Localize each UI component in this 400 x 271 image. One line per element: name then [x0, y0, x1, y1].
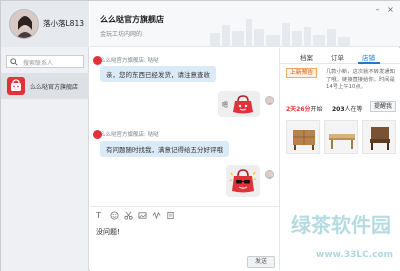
promo-badge: 上新预告	[286, 68, 318, 78]
history-icon[interactable]	[166, 211, 175, 220]
emoji-icon[interactable]	[110, 211, 119, 220]
contact-search-input[interactable]: 搜索联系人	[6, 55, 84, 68]
skyline-decoration-icon	[210, 19, 350, 47]
font-icon[interactable]: T	[96, 211, 105, 220]
message-sticker-out	[226, 165, 260, 197]
chat-title: 么么哒官方旗舰店	[100, 15, 164, 24]
message-list: 么么哒官方旗舰店: 哒哒 亲，您的东西已经发货，请注意查收 嗯 么么哒官方旗舰店…	[90, 48, 279, 206]
message-bubble-in: 有问题随时找我，满意记得给五分好评哦	[100, 141, 229, 157]
bench-icon	[329, 134, 355, 149]
user-avatar-small	[265, 170, 274, 179]
remind-me-button[interactable]: 提醒我	[370, 101, 396, 112]
contact-name: 么么哒官方旗舰店	[30, 84, 79, 91]
message-input-area: T 没问题! 发送	[90, 206, 279, 271]
promo-description: 几款小新，这次就不转发通知了哦，链接直接给你，时间是14号上午10点。	[326, 69, 395, 90]
contacts-sidebar: 落小落L813 搜索联系人 么么哒官方旗舰店	[1, 1, 89, 271]
product-thumbnail[interactable]	[324, 120, 358, 154]
search-placeholder: 搜索联系人	[23, 60, 54, 67]
watermark-url: www.33LC.com	[316, 250, 393, 260]
active-tab-indicator	[358, 62, 380, 64]
minimize-icon[interactable]: –	[373, 5, 382, 14]
side-tabs: 档案 订单 店铺	[280, 48, 400, 64]
user-avatar[interactable]	[9, 9, 39, 39]
product-thumbnail[interactable]	[362, 120, 396, 154]
message-sender: 么么哒官方旗舰店: 哒哒	[100, 132, 159, 138]
contact-item[interactable]: 么么哒官方旗舰店	[1, 73, 89, 99]
countdown-time: 2天26分	[286, 106, 311, 113]
tab-shop[interactable]: 店铺	[362, 52, 375, 62]
cool-bag-sticker-icon	[229, 169, 256, 193]
profile-header: 落小落L813	[1, 1, 89, 47]
waiting-number: 203	[332, 106, 345, 113]
countdown: 2天26分开始	[286, 104, 323, 113]
scissors-icon[interactable]	[124, 211, 133, 220]
chair-icon	[370, 127, 390, 150]
product-thumbnail[interactable]	[286, 120, 320, 154]
send-button[interactable]: 发送	[247, 256, 275, 268]
chat-window: 落小落L813 搜索联系人 么么哒官方旗舰店 么么哒官方旗舰店 金玩工坊内网的 …	[0, 0, 400, 271]
chat-subtitle: 金玩工坊内网的	[100, 31, 143, 38]
waiting-count: 203人在等	[332, 104, 363, 113]
shake-icon[interactable]	[152, 211, 161, 220]
user-avatar-small	[265, 96, 274, 105]
message-sticker-out: 嗯	[218, 91, 260, 117]
search-icon	[10, 58, 18, 66]
image-icon[interactable]	[138, 211, 147, 220]
tab-profile[interactable]: 档案	[300, 52, 313, 62]
waiting-label: 人在等	[344, 106, 363, 113]
message-draft-input[interactable]: 没问题!	[96, 227, 120, 237]
close-icon[interactable]: ×	[386, 5, 395, 14]
shop-logo-icon	[7, 77, 25, 95]
product-thumbnails	[286, 120, 398, 156]
shop-avatar-icon	[93, 130, 102, 139]
chat-header: 么么哒官方旗舰店 金玩工坊内网的 – ×	[90, 1, 400, 47]
message-bubble-in: 亲，您的东西已经发货，请注意查收	[100, 66, 216, 82]
countdown-suffix: 开始	[310, 106, 323, 113]
cabinet-icon	[293, 130, 315, 150]
red-bag-sticker-icon	[233, 95, 253, 114]
message-sender: 么么哒官方旗舰店: 哒哒	[100, 58, 159, 64]
tab-orders[interactable]: 订单	[331, 52, 344, 62]
watermark-logo: 绿茶软件园	[291, 213, 391, 237]
username: 落小落L813	[43, 19, 84, 28]
shop-avatar-icon	[93, 56, 102, 65]
